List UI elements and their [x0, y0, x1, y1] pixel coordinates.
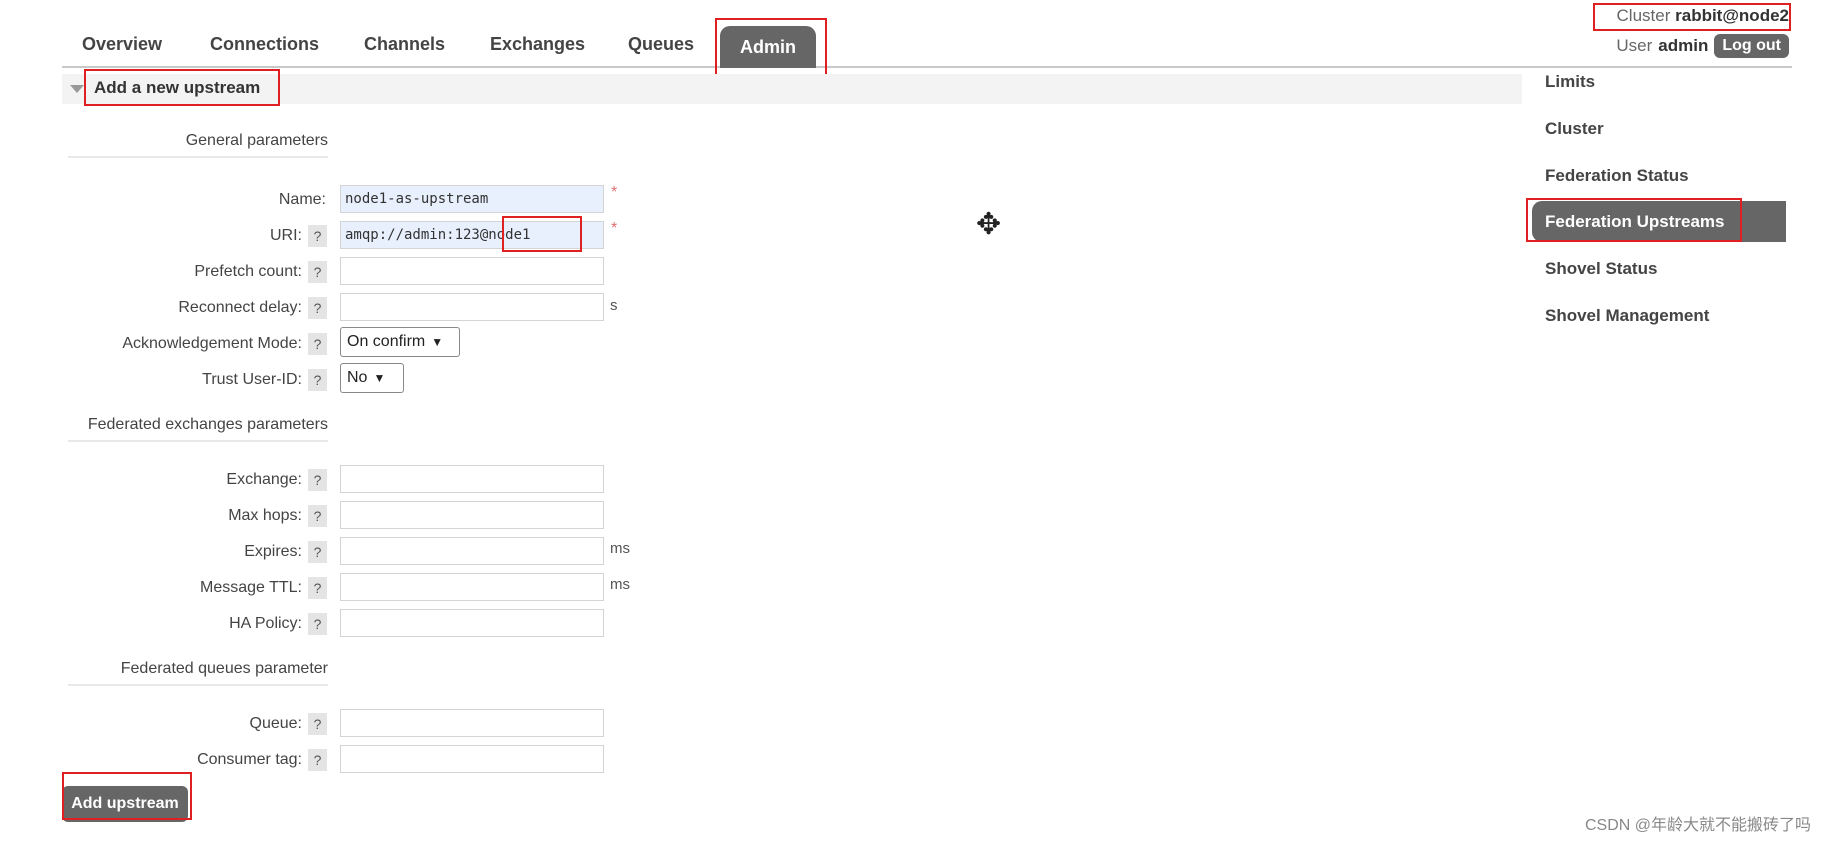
section-header[interactable]: Add a new upstream — [62, 74, 1522, 104]
cluster-name: rabbit@node2 — [1675, 6, 1789, 25]
expires-unit: ms — [610, 540, 630, 557]
message-ttl-label: Message TTL: — [200, 579, 302, 596]
sidebar-item-federation-status[interactable]: Federation Status — [1545, 166, 1689, 186]
reconnect-label: Reconnect delay: — [178, 299, 302, 316]
tab-queues[interactable]: Queues — [608, 20, 714, 68]
ha-policy-label: HA Policy: — [229, 615, 302, 632]
expires-help-icon[interactable]: ? — [308, 541, 327, 563]
rabbitmq-admin-page: Overview Connections Channels Exchanges … — [0, 0, 1823, 843]
consumer-tag-input[interactable] — [340, 745, 604, 773]
watermark: CSDN @年龄大就不能搬砖了吗 — [1584, 817, 1811, 834]
consumer-tag-help-icon[interactable]: ? — [308, 749, 327, 771]
max-hops-help-icon[interactable]: ? — [308, 505, 327, 527]
exchange-help-icon[interactable]: ? — [308, 469, 327, 491]
queues-parameter-title: Federated queues parameter — [68, 660, 328, 686]
message-ttl-help-icon[interactable]: ? — [308, 577, 327, 599]
expires-input[interactable] — [340, 537, 604, 565]
queue-label: Queue: — [249, 715, 302, 732]
prefetch-label: Prefetch count: — [194, 263, 302, 280]
message-ttl-input[interactable] — [340, 573, 604, 601]
trust-user-id-help-icon[interactable]: ? — [308, 369, 327, 391]
ack-mode-value: On confirm — [347, 333, 426, 350]
collapse-triangle-icon[interactable] — [70, 85, 84, 93]
exchange-input[interactable] — [340, 465, 604, 493]
tab-channels[interactable]: Channels — [344, 20, 465, 68]
sidebar-item-limits[interactable]: Limits — [1545, 72, 1595, 92]
tab-exchanges[interactable]: Exchanges — [470, 20, 605, 68]
logout-button[interactable]: Log out — [1714, 34, 1789, 58]
trust-user-id-label: Trust User-ID: — [202, 371, 302, 388]
user-label: User — [1616, 36, 1653, 55]
exchanges-parameters-title: Federated exchanges parameters — [68, 416, 328, 442]
section-title: Add a new upstream — [94, 78, 261, 97]
sidebar-item-shovel-management[interactable]: Shovel Management — [1545, 306, 1709, 326]
exchange-label: Exchange: — [226, 471, 302, 488]
queue-input[interactable] — [340, 709, 604, 737]
ack-mode-help-icon[interactable]: ? — [308, 333, 327, 355]
reconnect-input[interactable] — [340, 293, 604, 321]
chevron-down-icon: ▼ — [373, 371, 386, 385]
user-info: User admin Log out — [1616, 34, 1789, 58]
message-ttl-unit: ms — [610, 576, 630, 593]
max-hops-input[interactable] — [340, 501, 604, 529]
consumer-tag-label: Consumer tag: — [197, 751, 302, 768]
tab-overview[interactable]: Overview — [62, 20, 182, 68]
prefetch-input[interactable] — [340, 257, 604, 285]
user-name: admin — [1658, 36, 1709, 55]
queue-help-icon[interactable]: ? — [308, 713, 327, 735]
trust-user-id-select[interactable]: No ▼ — [340, 363, 404, 393]
prefetch-help-icon[interactable]: ? — [308, 261, 327, 283]
name-required-mark: * — [611, 184, 618, 201]
trust-user-id-value: No — [347, 369, 368, 386]
cluster-info: Cluster rabbit@node2 — [1617, 6, 1789, 26]
max-hops-label: Max hops: — [228, 507, 302, 524]
name-label: Name: — [278, 191, 326, 208]
cluster-label: Cluster — [1616, 6, 1671, 25]
reconnect-unit: s — [610, 297, 618, 314]
tab-connections[interactable]: Connections — [190, 20, 339, 68]
ack-mode-select[interactable]: On confirm ▼ — [340, 327, 460, 357]
ack-mode-label: Acknowledgement Mode: — [122, 335, 302, 352]
uri-input[interactable] — [340, 221, 604, 249]
sidebar-item-cluster[interactable]: Cluster — [1545, 119, 1604, 139]
ha-policy-input[interactable] — [340, 609, 604, 637]
name-input[interactable] — [340, 185, 604, 213]
uri-help-icon[interactable]: ? — [308, 225, 327, 247]
add-upstream-button[interactable]: Add upstream — [62, 786, 188, 822]
uri-label: URI: — [270, 227, 302, 244]
top-nav: Overview Connections Channels Exchanges … — [62, 20, 1792, 68]
move-cursor-icon: ✥ — [976, 208, 1002, 241]
uri-required-mark: * — [611, 220, 618, 237]
chevron-down-icon: ▼ — [431, 335, 444, 349]
sidebar-item-federation-upstreams[interactable]: Federation Upstreams — [1545, 212, 1725, 232]
general-parameters-title: General parameters — [68, 132, 328, 158]
tab-admin[interactable]: Admin — [720, 26, 816, 68]
reconnect-help-icon[interactable]: ? — [308, 297, 327, 319]
ha-policy-help-icon[interactable]: ? — [308, 613, 327, 635]
sidebar-item-shovel-status[interactable]: Shovel Status — [1545, 259, 1657, 279]
expires-label: Expires: — [244, 543, 302, 560]
